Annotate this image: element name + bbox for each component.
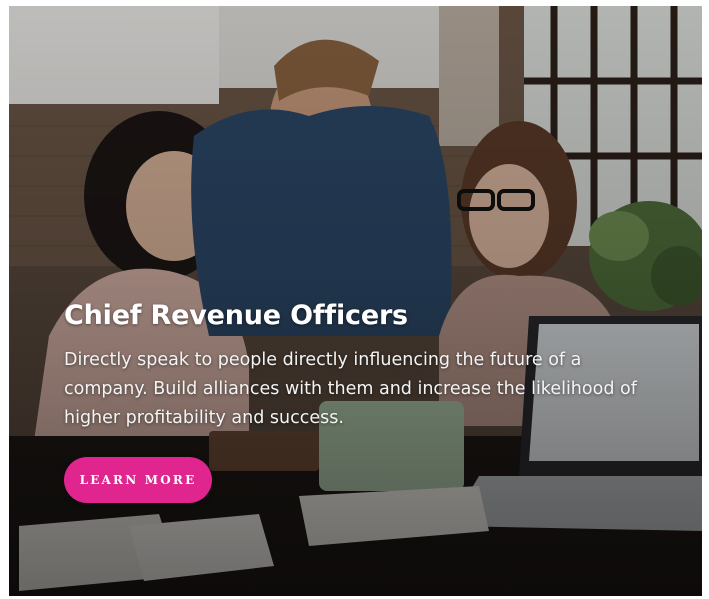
learn-more-button[interactable]: LEARN MORE <box>64 457 212 503</box>
card-content: Chief Revenue Officers Directly speak to… <box>64 298 654 433</box>
card-description: Directly speak to people directly influe… <box>64 350 637 428</box>
card-title: Chief Revenue Officers <box>64 300 408 331</box>
